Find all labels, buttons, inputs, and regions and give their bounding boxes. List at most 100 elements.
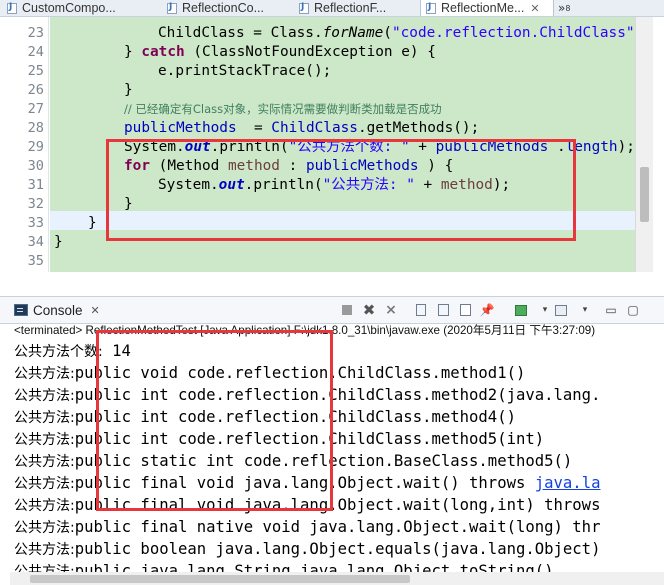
java-file-icon [6,2,18,14]
console-output[interactable]: 公共方法个数: 14 公共方法:public void code.reflecti… [10,340,664,580]
output-text: public static int code.reflection.BaseCl… [74,452,573,470]
minimize-icon[interactable]: ▭ [604,303,618,317]
output-prefix: 公共方法: [14,366,75,382]
code-token: ChildClass = Class. [158,25,323,41]
code-token: (Method [150,158,228,174]
console-output-line[interactable]: 公共方法:public final void java.lang.Object.… [14,494,600,516]
code-line[interactable]: } [54,233,63,252]
code-token: "公共方法个数: " [288,139,410,155]
maximize-icon[interactable]: ▢ [626,303,640,317]
new-console-icon[interactable] [554,303,568,317]
output-text: public final native void java.lang.Objec… [74,518,601,536]
code-token: .println( [244,177,323,193]
output-text: public final void java.lang.Object.wait(… [74,496,601,514]
code-line[interactable]: } catch (ClassNotFoundException e) { [124,43,436,62]
current-line-highlight [50,211,644,230]
tab-overflow-button[interactable]: » 8 [558,0,570,16]
editor-vertical-scrollbar[interactable] [635,17,653,272]
line-number: 30 [27,158,44,174]
code-area[interactable]: ChildClass = Class.forName("code.reflect… [50,17,644,272]
console-output-line[interactable]: 公共方法:public static int code.reflection.B… [14,450,572,472]
code-token: : [279,158,306,174]
new-console-dropdown[interactable]: ▾ [578,303,592,317]
editor-tab-reflectionme[interactable]: ReflectionMe... ✕ [420,0,554,16]
close-icon[interactable]: ✕ [530,2,539,15]
editor-tab-customcompo[interactable]: CustomCompo... [0,0,116,16]
code-line[interactable]: e.printStackTrace(); [158,62,331,81]
scroll-lock-icon[interactable] [414,303,428,317]
console-output-line[interactable]: 公共方法:public final native void java.lang.… [14,516,600,538]
code-token: System. [158,177,219,193]
console-output-line[interactable]: 公共方法:public int code.reflection.ChildCla… [14,406,516,428]
code-line[interactable]: publicMethods = ChildClass.getMethods(); [124,119,479,138]
code-token: e.printStackTrace(); [158,63,332,79]
console-output-line[interactable]: 公共方法:public void code.reflection.ChildCl… [14,362,525,384]
console-output-line[interactable]: 公共方法:public int code.reflection.ChildCla… [14,428,544,450]
output-text: public int code.reflection.ChildClass.me… [74,408,516,426]
code-token: out [184,139,211,155]
console-output-line[interactable]: 公共方法:public int code.reflection.ChildCla… [14,384,600,406]
code-editor[interactable]: 23 24 25 26 27 28 29 30 31 32 33 34 35 ChildClass = … [10,17,664,272]
stop-icon[interactable] [340,303,354,317]
console-tab[interactable]: Console ✕ [14,300,100,320]
java-file-icon [166,2,178,14]
code-line[interactable]: } [88,214,97,233]
code-line[interactable]: for (Method method : publicMethods ) { [124,157,453,176]
terminated-status: <terminated> ReflectionMethodTest [Java … [14,324,596,337]
code-token: (ClassNotFoundException e) { [184,44,436,60]
line-number: 31 [27,177,44,193]
editor-tab-label: ReflectionCo... [182,1,264,15]
remove-all-icon[interactable]: ⨯ [384,302,398,318]
editor-tab-label: ReflectionF... [314,1,387,15]
code-token: for [124,158,150,174]
close-icon[interactable]: ✕ [91,304,100,317]
code-token: method [440,177,493,193]
console-icon [14,304,28,316]
code-token: catch [141,44,185,60]
display-selected-dropdown[interactable]: ▾ [538,303,552,317]
code-token: ChildClass [271,120,358,136]
editor-tab-reflectionf[interactable]: ReflectionF... [298,0,398,16]
code-line[interactable]: // 已经确定有Class对象，实际情况需要做判断类加载是否成功 [124,100,442,119]
output-text: public final void java.lang.Object.wait(… [74,474,535,492]
scrollbar-thumb[interactable] [30,575,410,583]
line-number: 24 [27,44,44,60]
code-line[interactable]: } [124,195,133,214]
console-view-header: Console ✕ ✖ ⨯ 📌 ▾ ▾ ▭ ▢ [0,296,664,324]
output-text: public int code.reflection.ChildClass.me… [74,430,545,448]
code-token: + [414,177,441,193]
output-prefix: 公共方法: [14,520,75,536]
line-number-gutter: 23 24 25 26 27 28 29 30 31 32 33 34 35 [10,17,49,272]
editor-tab-reflectionco[interactable]: ReflectionCo... [166,0,276,16]
code-line[interactable]: ChildClass = Class.forName("code.reflect… [158,24,644,43]
code-line[interactable]: System.out.println("公共方法个数: " + publicMe… [124,138,635,157]
code-token: publicMethods [435,139,549,155]
code-token: publicMethods [305,158,419,174]
line-number: 28 [27,120,44,136]
code-line[interactable]: System.out.println("公共方法: " + method); [158,176,510,195]
output-text: 14 [102,342,131,360]
word-wrap-icon[interactable] [436,303,450,317]
output-prefix: 公共方法: [14,432,75,448]
line-number: 27 [27,101,44,117]
line-number: 35 [27,253,44,269]
console-output-line[interactable]: 公共方法:public boolean java.lang.Object.equ… [14,538,600,560]
stacktrace-link[interactable]: java.la [535,474,601,492]
pin-console-icon[interactable]: 📌 [480,303,495,317]
code-token: } [88,215,97,231]
line-number: 26 [27,82,44,98]
code-token: } [124,196,133,212]
remove-launch-icon[interactable]: ✖ [362,301,376,319]
code-token: . [548,139,566,155]
scrollbar-thumb[interactable] [640,167,649,222]
code-token: forName [322,25,384,41]
display-selected-icon[interactable] [514,303,528,317]
hidden-tab-count: 8 [565,3,571,13]
console-output-line[interactable]: 公共方法:public final void java.lang.Object.… [14,472,600,494]
clear-console-icon[interactable] [458,303,472,317]
code-line[interactable]: } [124,81,133,100]
console-horizontal-scrollbar[interactable] [10,572,664,585]
output-prefix: 公共方法: [14,410,75,426]
java-file-icon [298,2,310,14]
console-output-line[interactable]: 公共方法个数: 14 [14,340,131,362]
